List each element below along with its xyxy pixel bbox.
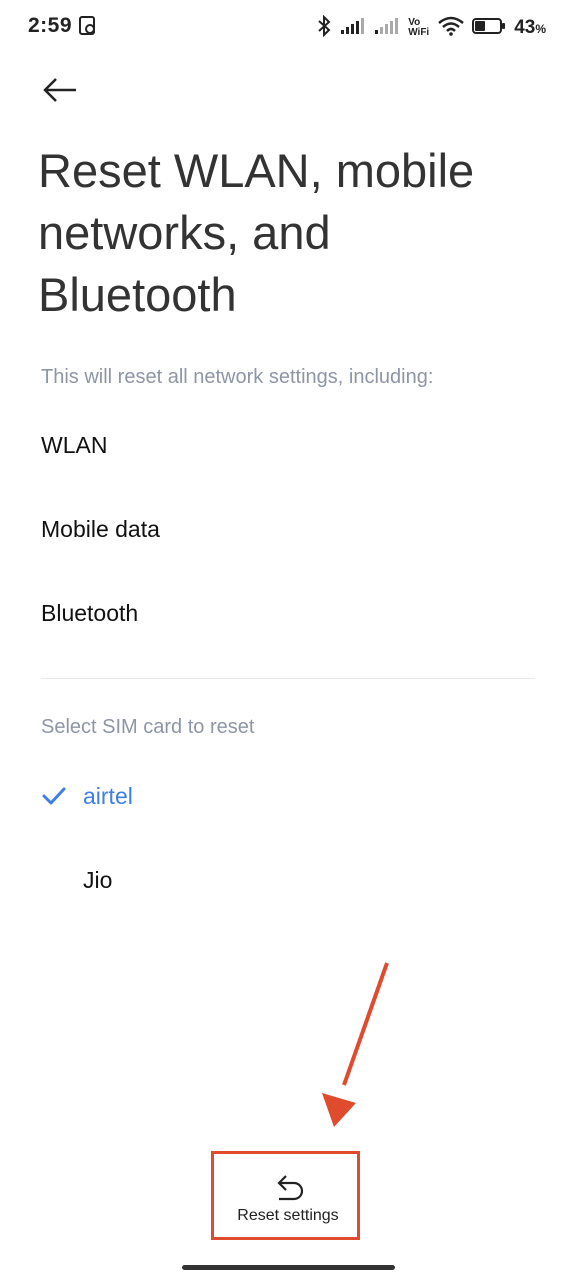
check-slot bbox=[41, 785, 83, 807]
reset-settings-button[interactable]: Reset settings bbox=[214, 1154, 362, 1242]
sim-section-label: Select SIM card to reset bbox=[41, 716, 255, 738]
status-time: 2:59 bbox=[28, 14, 73, 37]
battery-percent: 43% bbox=[514, 17, 546, 38]
signal-icon bbox=[374, 17, 400, 40]
vowifi-indicator: Vo WiFi bbox=[408, 17, 430, 38]
sim-option-jio[interactable]: Jio bbox=[41, 854, 535, 906]
wifi-icon bbox=[438, 16, 464, 41]
back-button[interactable] bbox=[34, 70, 86, 110]
signal-icon bbox=[340, 17, 366, 40]
undo-icon bbox=[277, 1175, 304, 1201]
sim-option-airtel[interactable]: airtel bbox=[41, 770, 535, 822]
reset-settings-label: Reset settings bbox=[237, 1207, 339, 1224]
divider bbox=[41, 678, 535, 679]
network-item-wlan: WLAN bbox=[41, 432, 108, 458]
network-item-mobile-data: Mobile data bbox=[41, 516, 160, 542]
battery-level-fill bbox=[475, 20, 486, 31]
battery-icon bbox=[472, 17, 506, 40]
recorder-icon bbox=[78, 15, 98, 42]
checkmark-icon bbox=[42, 787, 66, 805]
back-arrow-icon bbox=[43, 78, 76, 102]
bluetooth-icon bbox=[316, 14, 332, 42]
home-indicator[interactable] bbox=[182, 1265, 395, 1270]
description-text: This will reset all network settings, in… bbox=[41, 366, 434, 388]
status-bar: 2:59 Vo WiFi 43% bbox=[0, 0, 576, 56]
network-item-bluetooth: Bluetooth bbox=[41, 600, 139, 626]
page-title: Reset WLAN, mobile networks, and Bluetoo… bbox=[38, 144, 475, 321]
annotation-arrow bbox=[322, 962, 389, 1127]
sim-option-label: airtel bbox=[83, 782, 133, 809]
sim-option-label: Jio bbox=[83, 866, 113, 893]
